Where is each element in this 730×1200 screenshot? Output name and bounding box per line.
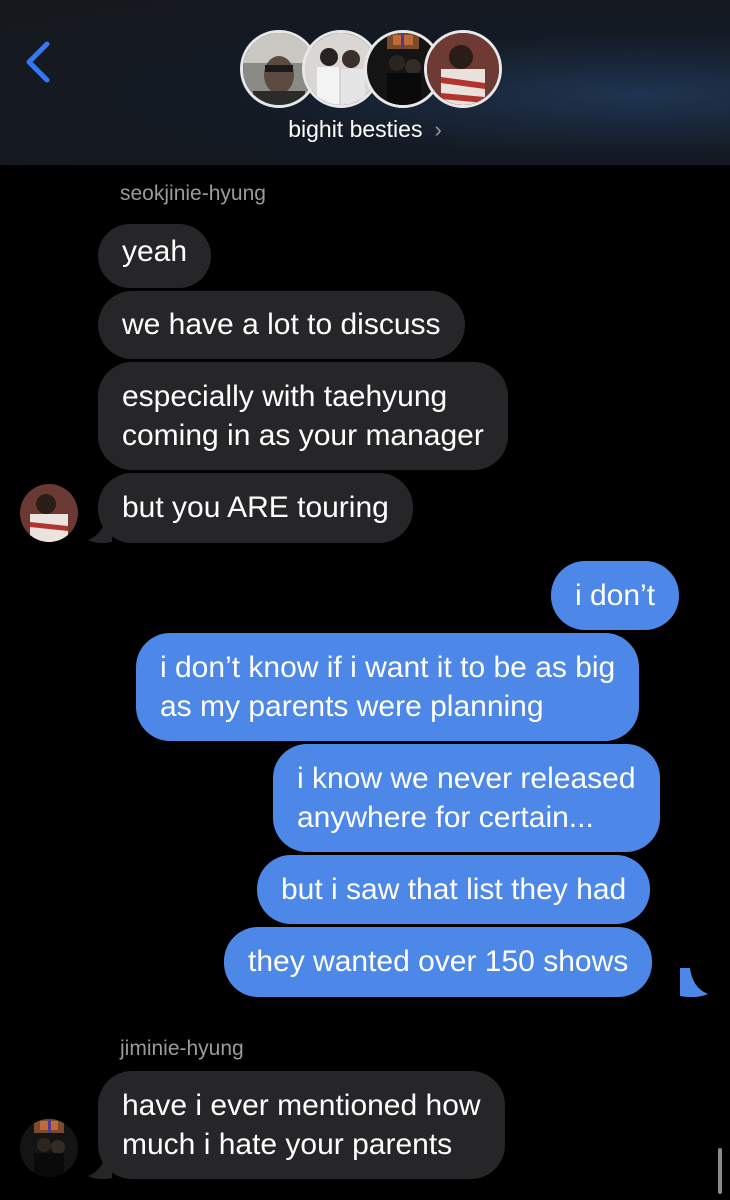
- outgoing-message[interactable]: they wanted over 150 shows: [224, 927, 653, 997]
- group-name: bighit besties: [288, 116, 423, 142]
- conversation-header: bighit besties ›: [0, 0, 730, 165]
- member-avatar-4: [424, 30, 502, 108]
- sender-avatar[interactable]: [20, 484, 78, 542]
- message-line: coming in as your manager: [122, 419, 484, 452]
- message-line: i know we never released: [297, 762, 636, 795]
- sender-name: seokjinie-hyung: [120, 182, 266, 205]
- incoming-message[interactable]: especially with taehyung coming in as yo…: [98, 362, 508, 470]
- sender-avatar[interactable]: [20, 1119, 78, 1177]
- message-line: as my parents were planning: [160, 690, 544, 723]
- incoming-message[interactable]: yeah: [98, 224, 212, 288]
- outgoing-message[interactable]: but i saw that list they had: [257, 855, 651, 924]
- message-line: i don’t know if i want it to be as big: [160, 651, 616, 684]
- incoming-message[interactable]: have i ever mentioned how much i hate yo…: [98, 1071, 505, 1179]
- message-line: anywhere for certain...: [297, 801, 594, 834]
- chevron-right-icon: ›: [434, 117, 442, 142]
- bubble-tail: [680, 968, 708, 998]
- message-line: much i hate your parents: [122, 1128, 453, 1161]
- incoming-message[interactable]: we have a lot to discuss: [98, 291, 465, 359]
- outgoing-message[interactable]: i don’t know if i want it to be as big a…: [136, 633, 640, 741]
- chevron-left-icon: [26, 41, 50, 83]
- message-line: have i ever mentioned how: [122, 1089, 481, 1122]
- group-name-link[interactable]: bighit besties ›: [0, 116, 730, 143]
- message-line: especially with taehyung: [122, 380, 448, 413]
- scrollbar[interactable]: [718, 1148, 722, 1194]
- sender-name: jiminie-hyung: [120, 1037, 244, 1060]
- group-avatars[interactable]: [240, 30, 502, 108]
- outgoing-message[interactable]: i don’t: [551, 561, 680, 630]
- incoming-message[interactable]: but you ARE touring: [98, 473, 413, 543]
- back-button[interactable]: [20, 38, 60, 86]
- outgoing-message[interactable]: i know we never released anywhere for ce…: [273, 744, 660, 852]
